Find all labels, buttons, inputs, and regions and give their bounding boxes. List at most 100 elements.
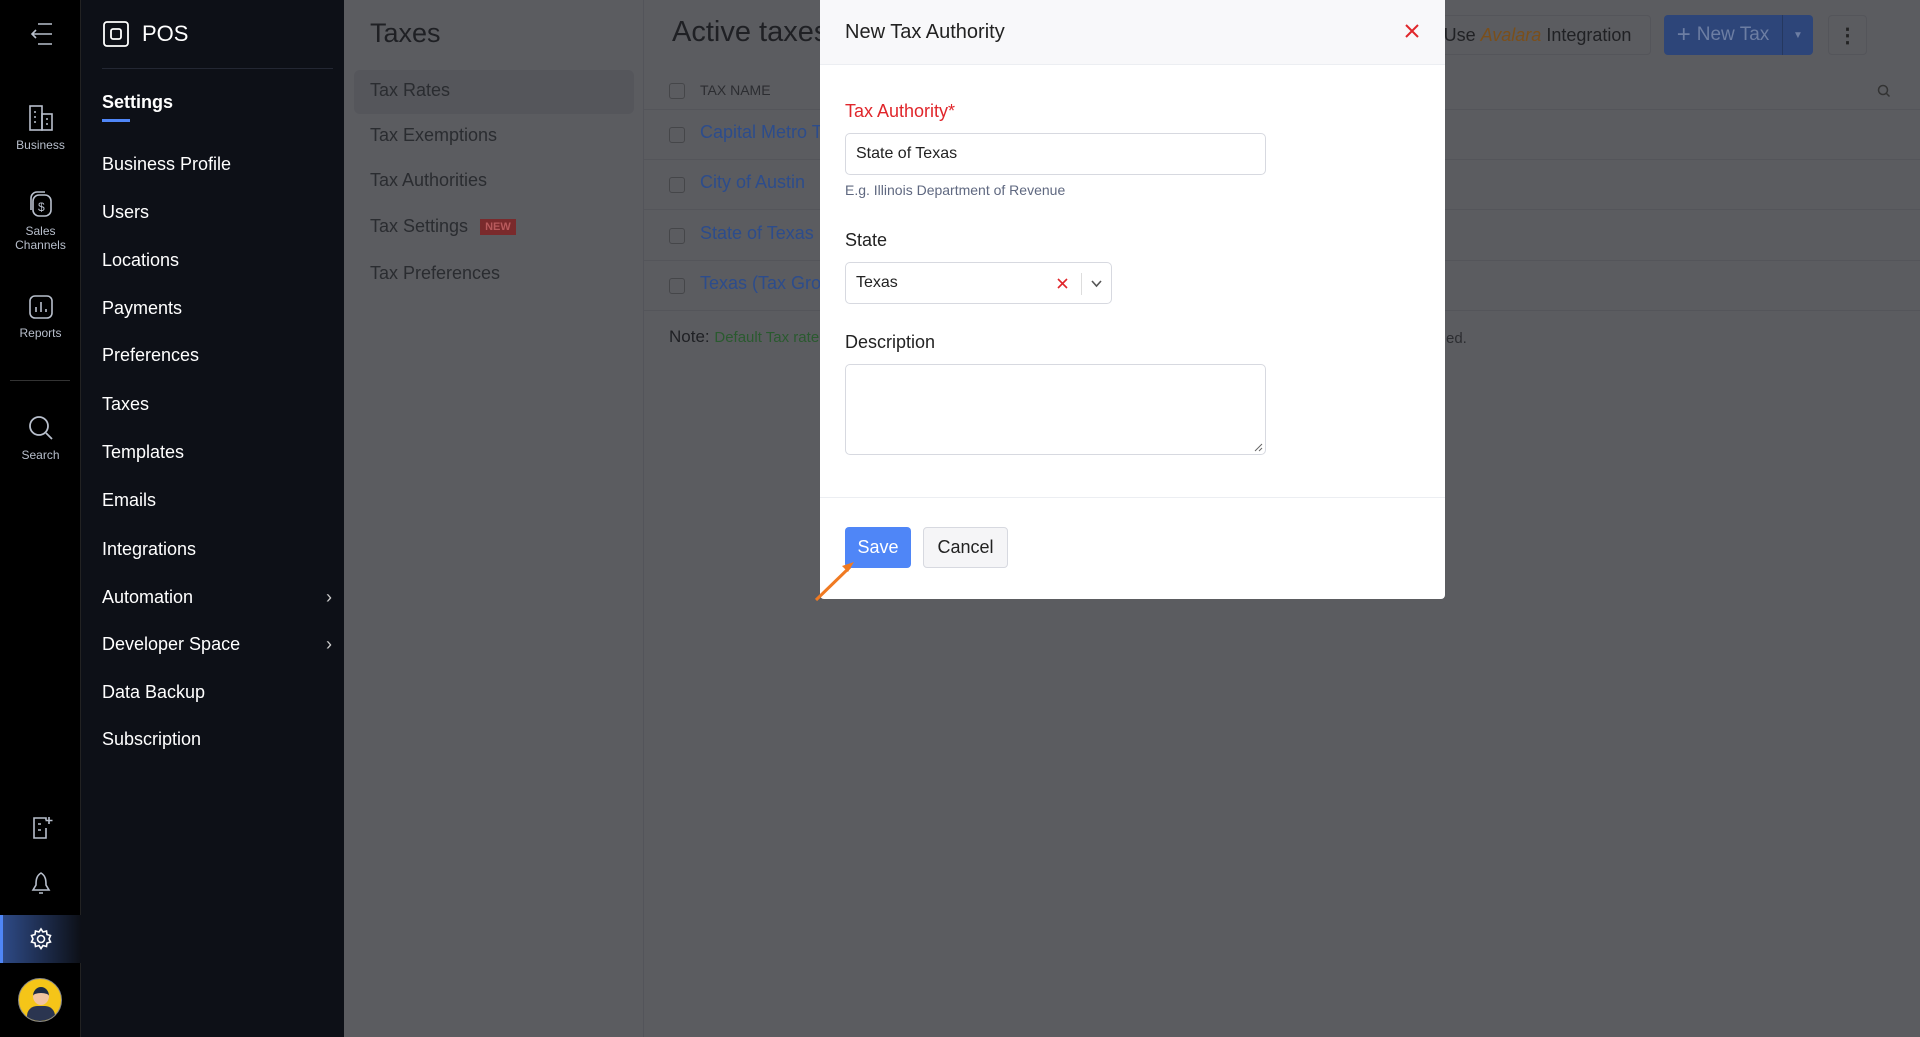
cancel-button[interactable]: Cancel <box>923 527 1008 568</box>
tax-name-link[interactable]: State of Texas <box>700 223 814 244</box>
whats-new-button[interactable] <box>0 814 81 846</box>
sidebar-item[interactable]: Taxes <box>102 394 332 415</box>
subnav-item[interactable]: Tax Exemptions <box>370 125 497 146</box>
new-tax-button[interactable]: + New Tax <box>1664 15 1783 55</box>
avalara-integration-button[interactable]: Use Avalara Integration <box>1424 15 1651 55</box>
sidebar-item[interactable]: Payments <box>102 298 332 319</box>
sidebar-item[interactable]: Locations <box>102 250 332 271</box>
state-value: Texas <box>856 274 898 291</box>
rail-search[interactable]: Search <box>0 414 81 462</box>
sidebar-item[interactable]: Developer Space › <box>102 634 332 655</box>
divider <box>820 497 1445 498</box>
subnav-title: Taxes <box>370 18 441 48</box>
sidebar-item-label: Templates <box>102 442 185 462</box>
new-tax-authority-dialog: New Tax Authority Tax Authority* State o… <box>820 0 1445 599</box>
sidebar-item-label: Locations <box>102 250 180 270</box>
notifications-button[interactable] <box>0 870 81 902</box>
rail-search-label: Search <box>21 448 60 462</box>
dialog-header: New Tax Authority <box>820 0 1445 65</box>
rail-reports[interactable]: Reports <box>0 294 81 340</box>
dialog-title: New Tax Authority <box>845 21 1005 43</box>
new-tax-dropdown-icon[interactable]: ▼ <box>1783 15 1813 55</box>
more-options-button[interactable]: ⋮ <box>1828 15 1867 55</box>
sidebar-item-label: Subscription <box>102 729 202 749</box>
sidebar-item[interactable]: Users <box>102 202 332 223</box>
collapse-menu-button[interactable] <box>0 22 81 52</box>
pos-logo-icon <box>103 21 129 47</box>
sidebar-item[interactable]: Templates <box>102 442 332 463</box>
annotation-arrow-icon <box>814 562 854 602</box>
note: Note: Default Tax rate <box>669 327 819 347</box>
sidebar-item-label: Developer Space <box>102 634 241 654</box>
subnav-item-label: Tax Exemptions <box>370 125 498 145</box>
subnav-item[interactable]: Tax Settings NEW <box>370 216 516 237</box>
sidebar-item-label: Business Profile <box>102 154 232 174</box>
rail-sales-channels[interactable]: $ Sales Channels <box>0 190 81 252</box>
clear-icon[interactable] <box>1057 278 1068 289</box>
subnav-item-label: Tax Preferences <box>370 263 501 283</box>
sidebar-item-label: Emails <box>102 490 157 510</box>
sidebar-item[interactable]: Business Profile <box>102 154 332 175</box>
state-label: State <box>845 230 888 250</box>
save-label: Save <box>857 537 899 557</box>
search-icon[interactable] <box>1877 84 1891 98</box>
avalara-brand: Avalara <box>1480 24 1542 45</box>
tax-authority-value: State of Texas <box>856 145 958 162</box>
subnav-item[interactable]: Tax Authorities <box>370 170 487 191</box>
rail-channels-label: Channels <box>15 238 66 252</box>
sidebar-item-label: Users <box>102 202 150 222</box>
sidebar-item[interactable]: Subscription <box>102 729 332 750</box>
resize-handle-icon[interactable] <box>1254 443 1263 452</box>
subnav-item-label: Tax Settings <box>370 216 469 236</box>
cancel-label: Cancel <box>937 537 994 557</box>
row-checkbox[interactable] <box>669 177 685 193</box>
state-select[interactable]: Texas <box>845 262 1112 304</box>
document-add-icon <box>32 817 52 839</box>
tax-authority-input[interactable]: State of Texas <box>845 133 1266 175</box>
rail-business[interactable]: Business <box>0 104 81 152</box>
chevron-right-icon: › <box>326 634 332 654</box>
description-label: Description <box>845 332 936 352</box>
new-badge: NEW <box>480 219 516 236</box>
page-title: Active taxes <box>672 16 829 48</box>
sidebar-item-label: Taxes <box>102 394 150 414</box>
note-label: Note: <box>669 327 710 346</box>
sidebar-item-label: Integrations <box>102 539 197 559</box>
chevron-down-icon[interactable] <box>1091 280 1102 288</box>
sidebar-item[interactable]: Integrations <box>102 539 332 560</box>
avalara-suffix: Integration <box>1541 24 1632 45</box>
sidebar-item[interactable]: Emails <box>102 490 332 511</box>
rail-settings[interactable] <box>0 915 81 963</box>
reports-icon <box>28 295 53 319</box>
tax-authority-hint: E.g. Illinois Department of Revenue <box>845 182 1066 198</box>
subnav-item-label: Tax Rates <box>370 80 451 100</box>
divider <box>10 380 70 381</box>
sidebar-item-label: Automation <box>102 587 194 607</box>
avatar[interactable] <box>18 978 62 1022</box>
close-icon[interactable] <box>1405 24 1419 38</box>
sidebar-item[interactable]: Automation › <box>102 587 332 608</box>
row-checkbox[interactable] <box>669 228 685 244</box>
gear-icon <box>30 927 52 950</box>
section-underline <box>102 119 130 122</box>
tax-name-link[interactable]: City of Austin <box>700 172 805 193</box>
subnav-item[interactable]: Tax Rates <box>370 80 450 101</box>
sidebar-item-label: Preferences <box>102 345 200 365</box>
plus-icon: + <box>1676 21 1691 48</box>
new-tax-button-group: + New Tax ▼ <box>1664 15 1813 55</box>
sidebar-item[interactable]: Preferences <box>102 345 332 366</box>
sidebar-item-label: Payments <box>102 298 183 318</box>
sidebar-item-label: Data Backup <box>102 682 206 702</box>
section-title: Settings <box>102 92 174 112</box>
select-all-checkbox[interactable] <box>669 83 685 99</box>
rail-sales-label: Sales <box>25 224 56 238</box>
row-checkbox[interactable] <box>669 278 685 294</box>
subnav-item[interactable]: Tax Preferences <box>370 263 500 284</box>
sidebar-item[interactable]: Data Backup <box>102 682 332 703</box>
collapse-menu-icon <box>30 23 52 45</box>
row-checkbox[interactable] <box>669 127 685 143</box>
subnav-item-label: Tax Authorities <box>370 170 488 190</box>
description-textarea[interactable] <box>845 364 1266 455</box>
building-icon <box>28 105 53 131</box>
settings-sidebar: POS Settings Business Profile Users Locati… <box>81 0 344 1037</box>
